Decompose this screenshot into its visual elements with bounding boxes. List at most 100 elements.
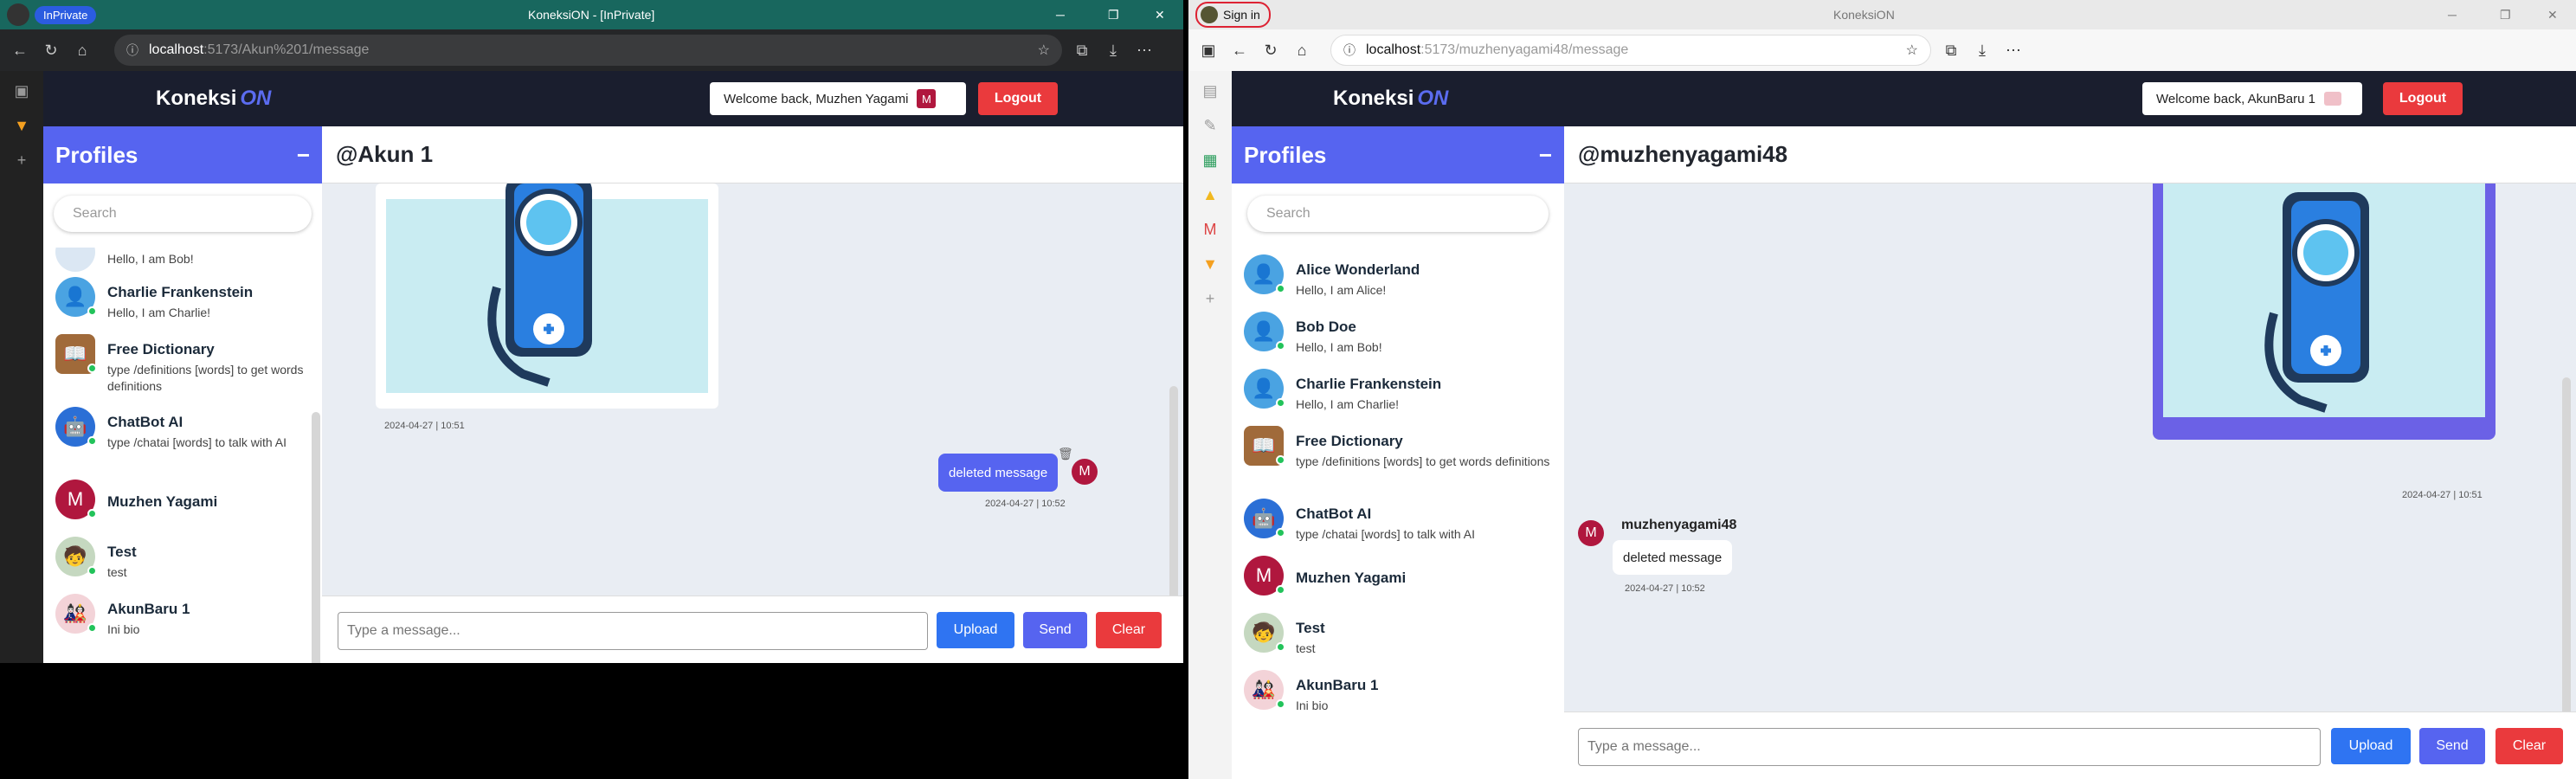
- url-host: localhost: [149, 42, 204, 57]
- downloads-icon[interactable]: ⤓: [1971, 39, 1993, 61]
- tab-icon[interactable]: ✎: [1199, 114, 1221, 137]
- downloads-icon[interactable]: ⤓: [1102, 39, 1124, 61]
- profile-avatar: [1201, 6, 1218, 23]
- tab-actions-icon[interactable]: ▣: [10, 80, 33, 102]
- sidebar-title: Profiles: [55, 141, 138, 168]
- list-item[interactable]: 🤖 ChatBot AI type /chatai [words] to talk…: [1232, 499, 1564, 556]
- list-item[interactable]: 👤 Charlie Frankenstein Hello, I am Charli…: [43, 277, 322, 334]
- new-tab-icon[interactable]: +: [1199, 287, 1221, 310]
- back-icon[interactable]: ←: [1228, 39, 1251, 61]
- more-icon[interactable]: ⋯: [2002, 39, 2025, 61]
- trash-icon[interactable]: 🗑: [1058, 447, 1073, 461]
- clear-button[interactable]: Clear: [2496, 728, 2563, 764]
- close-icon[interactable]: ✕: [1155, 8, 1165, 23]
- brand-logo[interactable]: Koneksi ON: [156, 87, 271, 111]
- list-item[interactable]: M Muzhen Yagami: [43, 480, 322, 537]
- list-item[interactable]: 📖 Free Dictionary type /definitions [word…: [43, 334, 322, 407]
- koneksi-tab-icon[interactable]: ▼: [1199, 253, 1221, 275]
- right-browser-window: Sign in KoneksiON ─ ❐ ✕ ▣ ← ↻ ⌂ ⓘ localh…: [1188, 0, 2576, 779]
- list-item[interactable]: 🎎 AkunBaru 1 Ini bio: [43, 594, 322, 651]
- logout-button[interactable]: Logout: [978, 82, 1058, 115]
- tab-icon[interactable]: ▲: [1199, 183, 1221, 206]
- online-indicator: [1276, 585, 1285, 595]
- message-input[interactable]: [338, 612, 928, 650]
- profile-bio: Ini bio: [107, 622, 140, 636]
- back-icon[interactable]: ←: [9, 39, 31, 61]
- chat-scrollbar[interactable]: [2562, 377, 2571, 741]
- minimize-icon[interactable]: ─: [1056, 8, 1065, 22]
- tab-icon[interactable]: ▤: [1199, 80, 1221, 102]
- refresh-icon[interactable]: ↻: [1259, 39, 1282, 61]
- info-icon[interactable]: ⓘ: [126, 42, 138, 59]
- home-icon[interactable]: ⌂: [71, 39, 93, 61]
- list-item[interactable]: 👤 Alice Wonderland Hello, I am Alice!: [1232, 254, 1564, 312]
- send-button[interactable]: Send: [2419, 728, 2485, 764]
- message-composer: Upload Send Clear: [322, 596, 1183, 663]
- message-bubble[interactable]: deleted message: [938, 454, 1059, 492]
- clear-button[interactable]: Clear: [1096, 612, 1162, 648]
- chat-title: @Akun 1: [336, 141, 434, 167]
- list-item[interactable]: Hello, I am Bob!: [43, 248, 322, 277]
- search-input[interactable]: Search: [1247, 196, 1549, 232]
- extensions-icon[interactable]: ⧉: [1940, 39, 1962, 61]
- more-icon[interactable]: ⋯: [1133, 39, 1156, 61]
- list-item[interactable]: 🎎 AkunBaru 1 Ini bio: [1232, 670, 1564, 727]
- list-item[interactable]: 👤 Charlie Frankenstein Hello, I am Charli…: [1232, 369, 1564, 426]
- online-indicator: [87, 509, 97, 518]
- extensions-icon[interactable]: ⧉: [1071, 39, 1093, 61]
- search-input[interactable]: Search: [54, 196, 312, 232]
- chat-title: @muzhenyagami48: [1578, 141, 1788, 167]
- sign-in-button[interactable]: Sign in: [1195, 2, 1271, 28]
- inprivate-badge[interactable]: InPrivate: [35, 5, 97, 24]
- collapse-sidebar-icon[interactable]: −: [1539, 142, 1552, 169]
- koneksi-tab-icon[interactable]: ▼: [10, 114, 33, 137]
- image-message[interactable]: [2153, 183, 2496, 440]
- list-item[interactable]: 👤 Bob Doe Hello, I am Bob!: [1232, 312, 1564, 369]
- image-timestamp: 2024-04-27 | 10:51: [384, 421, 465, 431]
- tab-icon[interactable]: M: [1199, 218, 1221, 241]
- profile-name: Muzhen Yagami: [1296, 570, 1407, 586]
- home-icon[interactable]: ⌂: [1291, 39, 1313, 61]
- new-tab-icon[interactable]: +: [10, 149, 33, 171]
- maximize-icon[interactable]: ❐: [2500, 8, 2511, 23]
- image-message[interactable]: [376, 183, 718, 409]
- profile-name: Charlie Frankenstein: [107, 284, 254, 300]
- address-bar[interactable]: ⓘ localhost:5173/muzhenyagami48/message …: [1330, 35, 1931, 66]
- tab-actions-icon[interactable]: ▣: [1197, 39, 1220, 61]
- upload-button[interactable]: Upload: [2331, 728, 2411, 764]
- online-indicator: [1276, 528, 1285, 538]
- address-bar[interactable]: ⓘ localhost:5173/Akun%201/message ☆: [114, 35, 1062, 66]
- avatar: 👤: [55, 277, 97, 317]
- upload-button[interactable]: Upload: [937, 612, 1014, 648]
- chat-scrollbar[interactable]: [1169, 386, 1178, 611]
- list-item[interactable]: M Muzhen Yagami: [1232, 556, 1564, 613]
- list-item[interactable]: 🧒 Test test: [43, 537, 322, 594]
- browser-toolbar: ▣ ← ↻ ⌂ ⓘ localhost:5173/muzhenyagami48/…: [1188, 29, 2576, 71]
- message-input[interactable]: [1578, 728, 2321, 766]
- list-item[interactable]: 🤖 ChatBot AI type /chatai [words] to talk…: [43, 407, 322, 480]
- info-icon[interactable]: ⓘ: [1343, 42, 1356, 59]
- send-button[interactable]: Send: [1023, 612, 1087, 648]
- sidebar-scrollbar[interactable]: [312, 412, 320, 663]
- list-item[interactable]: 🧒 Test test: [1232, 613, 1564, 670]
- minimize-icon[interactable]: ─: [2448, 8, 2457, 22]
- app-navbar: Koneksi ON Welcome back, Muzhen Yagami M …: [43, 71, 1183, 126]
- tab-icon[interactable]: ▦: [1199, 149, 1221, 171]
- refresh-icon[interactable]: ↻: [40, 39, 62, 61]
- logout-button[interactable]: Logout: [2383, 82, 2463, 115]
- profile-avatar[interactable]: [7, 3, 29, 26]
- collapse-sidebar-icon[interactable]: −: [297, 142, 310, 169]
- favorite-star-icon[interactable]: ☆: [1038, 42, 1050, 59]
- message-bubble[interactable]: deleted message: [1613, 540, 1733, 575]
- avatar: 🎎: [55, 594, 97, 634]
- brand-logo[interactable]: Koneksi ON: [1333, 87, 1448, 111]
- avatar: 📖: [1244, 426, 1285, 466]
- favorite-star-icon[interactable]: ☆: [1906, 42, 1918, 59]
- welcome-box: Welcome back, Muzhen Yagami M: [710, 82, 966, 115]
- title-bar: InPrivate KoneksiON - [InPrivate] ─ ❐ ✕: [0, 0, 1183, 29]
- title-bar: Sign in KoneksiON ─ ❐ ✕: [1188, 0, 2576, 29]
- list-item[interactable]: 📖 Free Dictionary type /definitions [word…: [1232, 426, 1564, 499]
- maximize-icon[interactable]: ❐: [1108, 8, 1119, 23]
- sender-avatar: M: [1072, 459, 1098, 485]
- close-icon[interactable]: ✕: [2547, 8, 2558, 23]
